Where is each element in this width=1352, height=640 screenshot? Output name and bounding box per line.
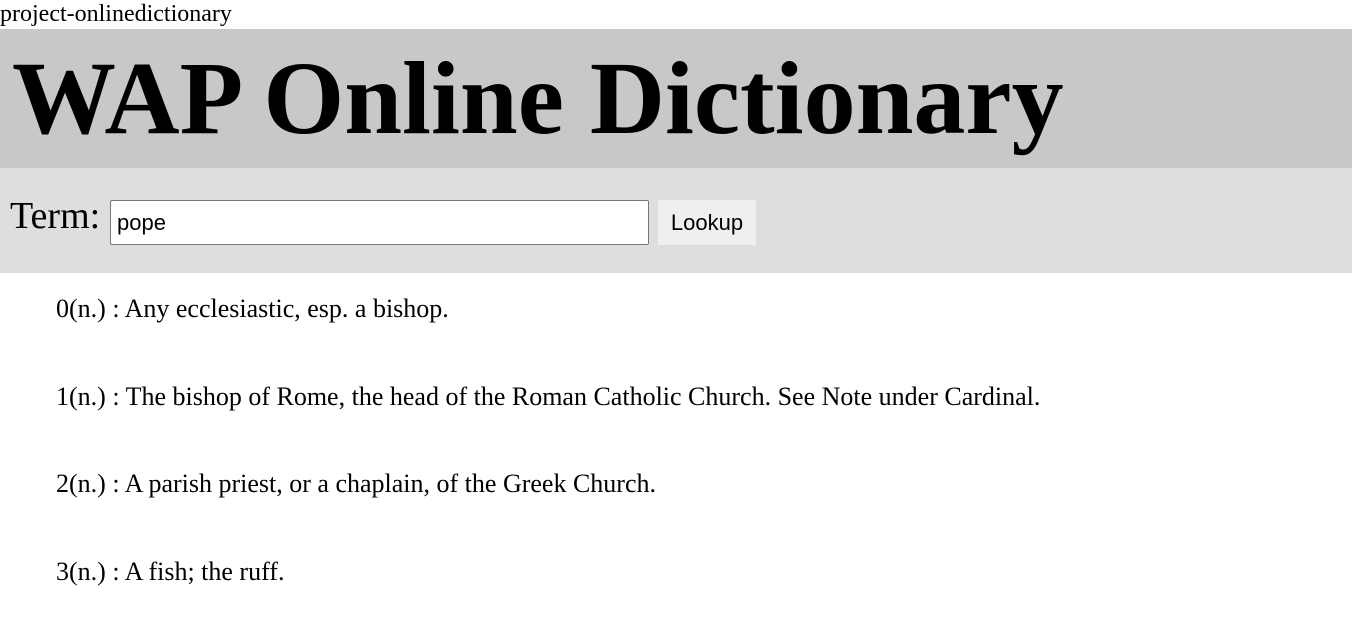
result-item: 0(n.) : Any ecclesiastic, esp. a bishop. xyxy=(56,294,449,323)
term-input[interactable] xyxy=(110,200,649,245)
search-bar: Term: Lookup xyxy=(0,168,1352,273)
page-label: project-onlinedictionary xyxy=(0,1,232,27)
page-title: WAP Online Dictionary xyxy=(12,41,1064,156)
result-item: 3(n.) : A fish; the ruff. xyxy=(56,556,285,586)
results-list: 0(n.) : Any ecclesiastic, esp. a bishop.… xyxy=(56,290,1336,640)
result-item: 1(n.) : The bishop of Rome, the head of … xyxy=(56,381,1041,411)
header-banner: WAP Online Dictionary xyxy=(0,29,1352,168)
lookup-button[interactable]: Lookup xyxy=(658,200,756,245)
term-label: Term: xyxy=(10,195,101,237)
result-item: 2(n.) : A parish priest, or a chaplain, … xyxy=(56,469,656,498)
